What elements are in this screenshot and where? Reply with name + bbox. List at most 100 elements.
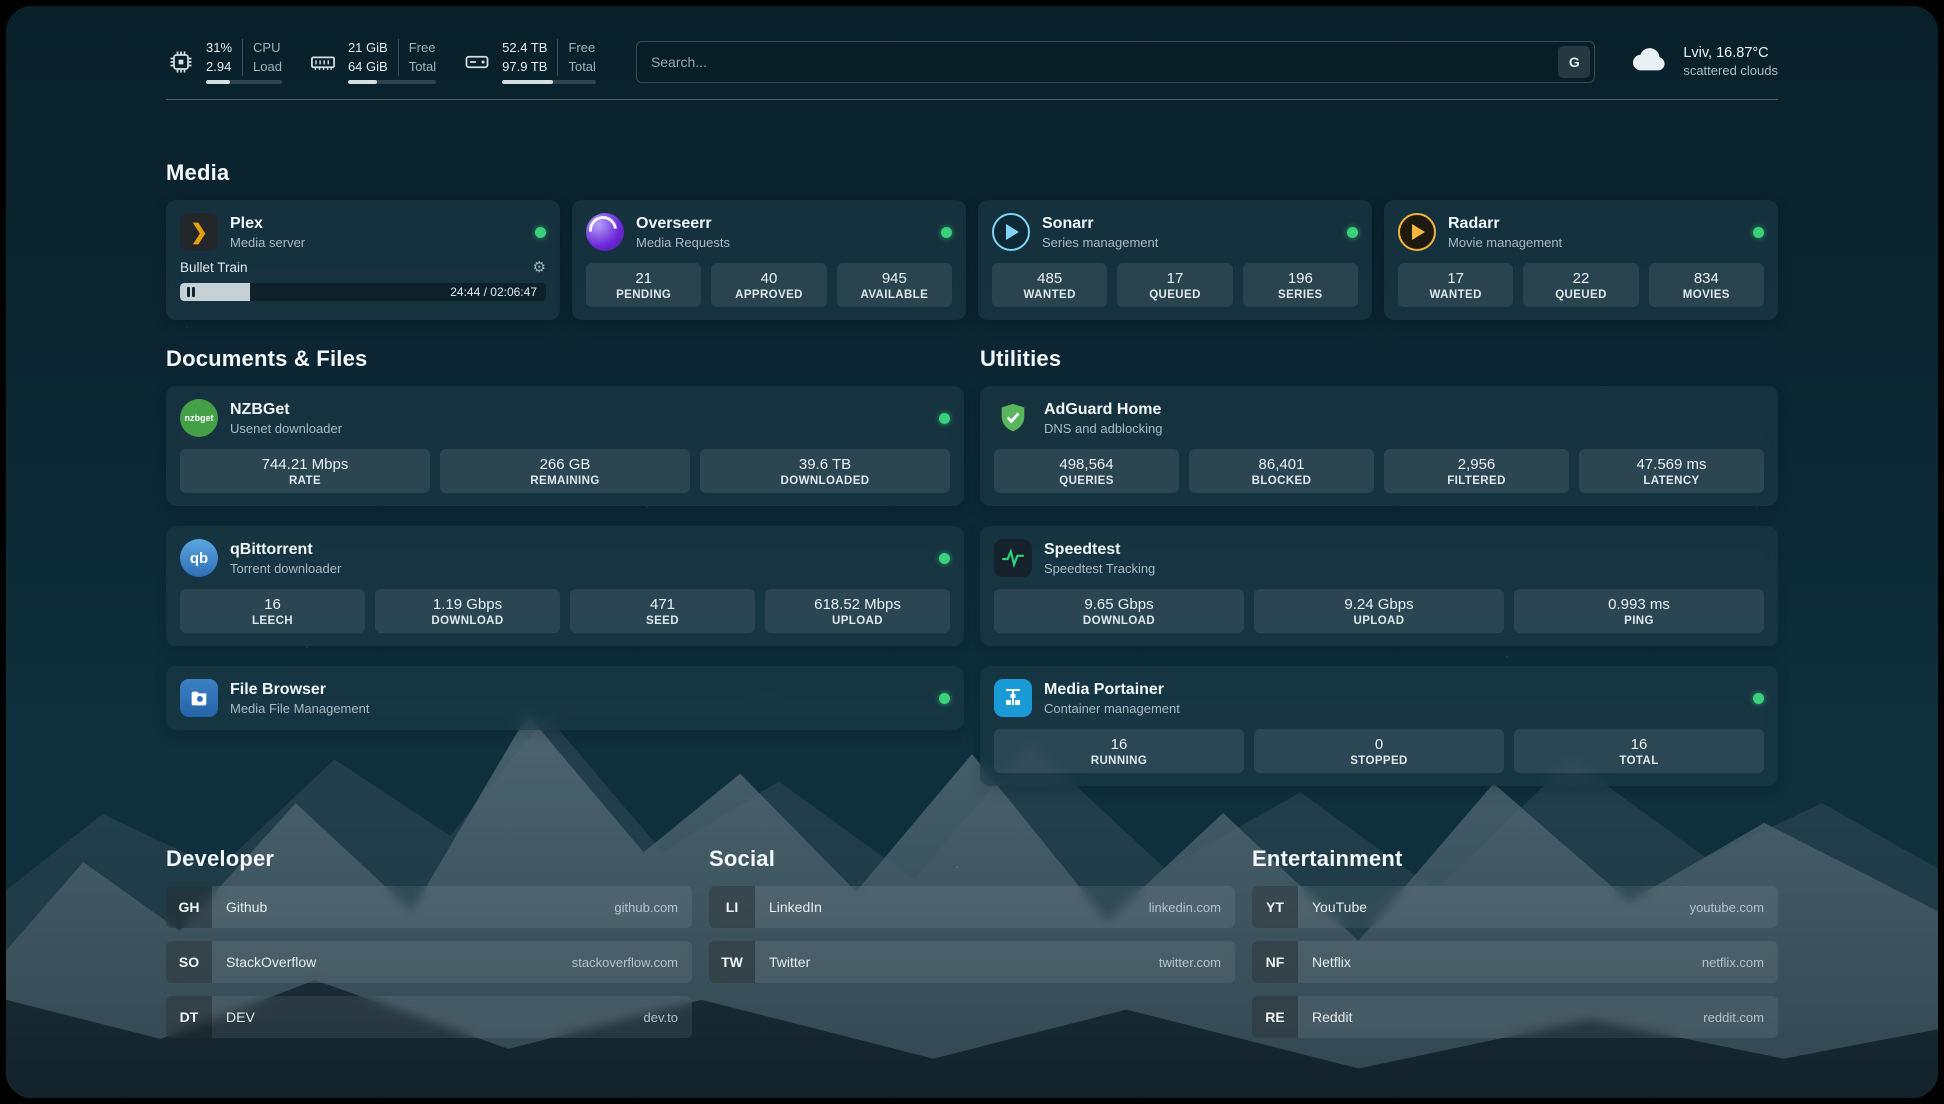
weather-condition: scattered clouds [1683,63,1778,78]
twitter-abbr-badge: TW [709,941,755,983]
plex-progress-bar[interactable]: 24:44 / 02:06:47 [180,283,546,301]
plex-card[interactable]: ❯ Plex Media server Bullet Train ⚙ [166,200,560,320]
plex-status-dot [535,227,546,238]
nzbget-stat-rate: 744.21 Mbps RATE [180,449,430,493]
pause-icon[interactable] [187,287,195,297]
qbittorrent-card[interactable]: qb qBittorrent Torrent downloader 16 LEE… [166,526,964,646]
nzbget-name: NZBGet [230,400,342,419]
bookmark-linkedin[interactable]: LI LinkedIn linkedin.com [709,886,1235,928]
portainer-status-dot [1753,693,1764,704]
ram-total-value: 64 GiB [348,58,388,76]
speedtest-stat-ping: 0.993 ms PING [1514,589,1764,633]
bookmark-dev[interactable]: DT DEV dev.to [166,996,692,1038]
sonarr-status-dot [1347,227,1358,238]
cpu-label: CPU [253,39,282,57]
now-playing-title: Bullet Train [180,260,248,275]
bookmark-reddit[interactable]: RE Reddit reddit.com [1252,996,1778,1038]
playback-time: 24:44 / 02:06:47 [450,285,537,299]
overseerr-card[interactable]: Overseerr Media Requests 21 PENDING 40 A… [572,200,966,320]
adguard-card[interactable]: AdGuard Home DNS and adblocking 498,564 … [980,386,1778,506]
weather-widget: Lviv, 16.87°C scattered clouds [1629,38,1778,85]
qbittorrent-stat-download: 1.19 Gbps DOWNLOAD [375,589,560,633]
portainer-stat-running: 16 RUNNING [994,729,1244,773]
dev-abbr-badge: DT [166,996,212,1038]
disk-widget: 52.4 TB 97.9 TB Free Total [462,39,596,83]
speedtest-card[interactable]: Speedtest Speedtest Tracking 9.65 Gbps D… [980,526,1778,646]
github-abbr-badge: GH [166,886,212,928]
adguard-subtitle: DNS and adblocking [1044,421,1163,436]
nzbget-subtitle: Usenet downloader [230,421,342,436]
radarr-card[interactable]: Radarr Movie management 17 WANTED 22 QUE… [1384,200,1778,320]
qbittorrent-stat-seed: 471 SEED [570,589,755,633]
overseerr-stat-approved: 40 APPROVED [711,263,826,307]
search-input[interactable] [636,41,1595,83]
section-title-media: Media [166,160,1778,186]
cpu-load-average: 2.94 [206,58,232,76]
widget-settings-gear-icon[interactable]: ⚙ [533,258,546,276]
bookmark-github[interactable]: GH Github github.com [166,886,692,928]
speedtest-name: Speedtest [1044,540,1155,559]
section-title-utilities: Utilities [980,346,1778,372]
speedtest-subtitle: Speedtest Tracking [1044,561,1155,576]
portainer-stat-stopped: 0 STOPPED [1254,729,1504,773]
top-bar: 31% 2.94 CPU Load [166,38,1778,85]
cpu-icon [166,47,196,77]
portainer-name: Media Portainer [1044,680,1180,699]
plex-name: Plex [230,214,305,233]
qbittorrent-name: qBittorrent [230,540,341,559]
cloud-icon [1629,38,1671,85]
cpu-usage-bar [206,80,282,84]
overseerr-subtitle: Media Requests [636,235,730,250]
nzbget-card[interactable]: nzbget NZBGet Usenet downloader 744.21 M… [166,386,964,506]
section-documents-files: Documents & Files nzbget NZBGet Usenet d… [166,346,964,806]
qbittorrent-subtitle: Torrent downloader [230,561,341,576]
section-title-developer: Developer [166,846,692,872]
netflix-abbr-badge: NF [1252,941,1298,983]
bookmark-netflix[interactable]: NF Netflix netflix.com [1252,941,1778,983]
adguard-stat-queries: 498,564 QUERIES [994,449,1179,493]
adguard-stat-filtered: 2,956 FILTERED [1384,449,1569,493]
disk-usage-bar [502,80,596,84]
bookmark-stackoverflow[interactable]: SO StackOverflow stackoverflow.com [166,941,692,983]
overseerr-status-dot [941,227,952,238]
qbittorrent-icon: qb [180,539,218,577]
radarr-subtitle: Movie management [1448,235,1562,250]
radarr-name: Radarr [1448,214,1562,233]
section-media: Media ❯ Plex Media server Bulle [166,160,1778,320]
portainer-card[interactable]: Media Portainer Container management 16 … [980,666,1778,786]
sonarr-name: Sonarr [1042,214,1158,233]
speedtest-icon [994,539,1032,577]
cpu-widget: 31% 2.94 CPU Load [166,39,282,83]
disk-total-label: Total [568,58,595,76]
adguard-icon [994,399,1032,437]
portainer-stat-total: 16 TOTAL [1514,729,1764,773]
nzbget-status-dot [939,413,950,424]
radarr-icon [1398,213,1436,251]
portainer-icon [994,679,1032,717]
plex-subtitle: Media server [230,235,305,250]
nzbget-icon: nzbget [180,399,218,437]
sonarr-stat-series: 196 SERIES [1243,263,1358,307]
ram-icon [308,47,338,77]
search-provider-button[interactable]: G [1558,46,1590,78]
section-title-entertainment: Entertainment [1252,846,1778,872]
filebrowser-card[interactable]: File Browser Media File Management [166,666,964,730]
dashboard-screen: 31% 2.94 CPU Load [6,6,1938,1098]
qbittorrent-status-dot [939,553,950,564]
bookmark-youtube[interactable]: YT YouTube youtube.com [1252,886,1778,928]
section-developer: Developer GH Github github.com SO StackO… [166,846,692,1051]
adguard-name: AdGuard Home [1044,400,1163,419]
adguard-stat-blocked: 86,401 BLOCKED [1189,449,1374,493]
nzbget-stat-downloaded: 39.6 TB DOWNLOADED [700,449,950,493]
overseerr-name: Overseerr [636,214,730,233]
disk-free-label: Free [568,39,595,57]
topbar-divider [166,99,1778,100]
section-utilities: Utilities AdGuard Home DNS and adblockin… [980,346,1778,806]
sonarr-subtitle: Series management [1042,235,1158,250]
ram-total-label: Total [409,58,436,76]
qbittorrent-stat-leech: 16 LEECH [180,589,365,633]
filebrowser-icon [180,679,218,717]
bookmark-twitter[interactable]: TW Twitter twitter.com [709,941,1235,983]
sonarr-card[interactable]: Sonarr Series management 485 WANTED 17 Q… [978,200,1372,320]
ram-widget: 21 GiB 64 GiB Free Total [308,39,436,83]
